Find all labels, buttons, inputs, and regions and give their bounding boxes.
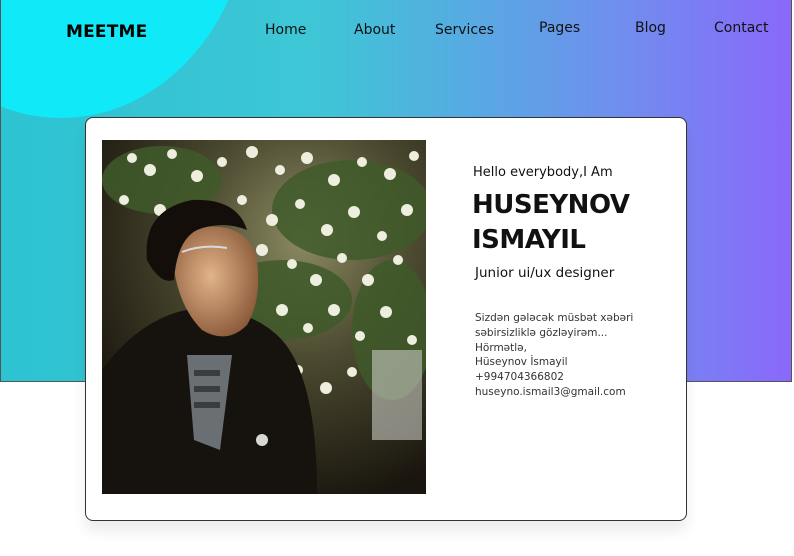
email-address: huseyno.ismail3@gmail.com (475, 385, 626, 398)
name-line-first: HUSEYNOV (472, 190, 630, 220)
contact-message: Sizdən gələcək müsbət xəbəri səbirsizlik… (475, 311, 633, 400)
profile-name: HUSEYNOV ISMAYIL (472, 188, 630, 258)
nav-contact-link[interactable]: Contact (714, 20, 768, 36)
message-line: Sizdən gələcək müsbət xəbəri (475, 312, 634, 324)
nav-blog-link[interactable]: Blog (635, 20, 666, 36)
nav-about-link[interactable]: About (354, 22, 395, 38)
nav-pages-link[interactable]: Pages (539, 20, 580, 36)
phone-number: +994704366802 (475, 371, 564, 384)
decorative-blob (1, 0, 251, 118)
job-title: Junior ui/ux designer (475, 265, 615, 281)
site-logo[interactable]: MEETME (66, 22, 147, 42)
name-line-last: ISMAYIL (472, 225, 586, 255)
message-line: Hörmətlə, (475, 341, 527, 354)
nav-home-link[interactable]: Home (265, 22, 306, 38)
profile-photo-illustration (102, 140, 426, 494)
greeting-text: Hello everybody,I Am (473, 165, 613, 180)
message-line: Hüseynov İsmayil (475, 356, 568, 369)
message-line: səbirsizliklə gözləyirəm... (475, 326, 608, 339)
profile-photo (102, 140, 426, 494)
nav-services-link[interactable]: Services (435, 22, 494, 38)
profile-card: Hello everybody,I Am HUSEYNOV ISMAYIL Ju… (85, 117, 687, 521)
